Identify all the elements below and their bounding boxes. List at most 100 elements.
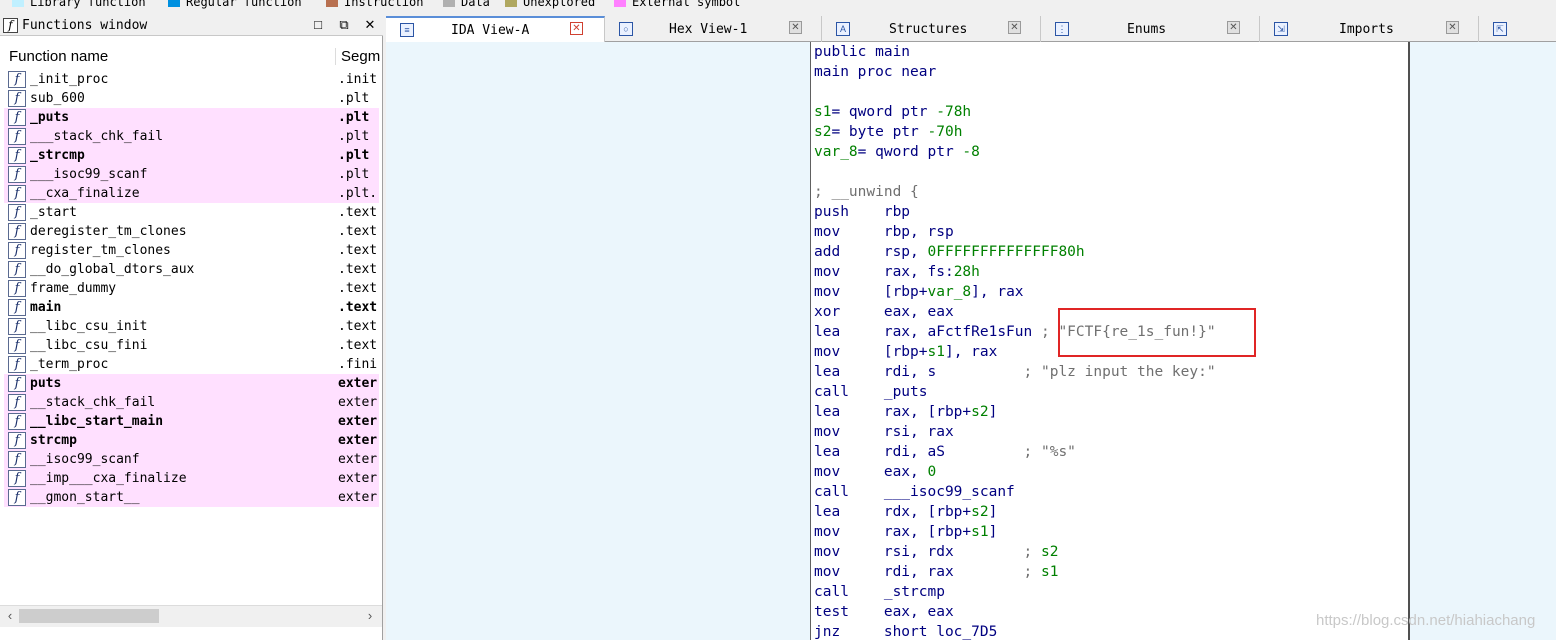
code-line[interactable]: mov eax, 0 <box>814 462 936 482</box>
float-icon[interactable]: ⧉ <box>337 17 351 33</box>
function-row[interactable]: f ___stack_chk_fail .plt <box>4 127 379 146</box>
code-line[interactable]: s2= byte ptr -70h <box>814 122 962 142</box>
close-icon[interactable]: ✕ <box>1446 21 1459 34</box>
code-line[interactable]: main proc near <box>814 62 936 82</box>
close-icon[interactable]: ✕ <box>570 22 583 35</box>
legend-item-unexplored: Unexplored <box>505 0 595 9</box>
ida-view-a[interactable]: public main main proc near s1= qword ptr -… <box>386 42 1556 640</box>
function-row[interactable]: f _start .text <box>4 203 379 222</box>
code-line[interactable]: push rbp <box>814 202 910 222</box>
functions-table-header: Function name Segm <box>4 44 383 68</box>
function-row[interactable]: f register_tm_clones .text <box>4 241 379 260</box>
function-row[interactable]: f main .text <box>4 298 379 317</box>
function-icon: f <box>8 185 26 202</box>
function-name: strcmp <box>30 433 77 448</box>
function-row[interactable]: f _strcmp .plt <box>4 146 379 165</box>
scroll-left-icon[interactable]: ‹ <box>2 608 18 624</box>
code-line[interactable]: call _puts <box>814 382 928 402</box>
column-header-function-name[interactable]: Function name <box>4 47 336 65</box>
function-row[interactable]: f __libc_csu_init .text <box>4 317 379 336</box>
code-line[interactable]: lea rdx, [rbp+s2] <box>814 502 997 522</box>
function-row[interactable]: f __do_global_dtors_aux .text <box>4 260 379 279</box>
legend-swatch-data <box>443 0 455 7</box>
code-line[interactable]: xor eax, eax <box>814 302 954 322</box>
watermark: https://blog.csdn.net/hiahiachang <box>1316 612 1536 629</box>
function-icon: f <box>8 432 26 449</box>
code-line[interactable]: mov rsi, rax <box>814 422 954 442</box>
code-line[interactable]: s1= qword ptr -78h <box>814 102 971 122</box>
function-segment: .fini <box>338 357 378 372</box>
function-row[interactable]: f __cxa_finalize .plt. <box>4 184 379 203</box>
function-segment: exter <box>338 471 378 486</box>
code-line[interactable]: jnz short loc_7D5 <box>814 622 997 640</box>
function-row[interactable]: f _init_proc .init <box>4 70 379 89</box>
legend-item-data: Data <box>443 0 490 9</box>
code-line[interactable]: mov [rbp+var_8], rax <box>814 282 1024 302</box>
function-row[interactable]: f __imp___cxa_finalize exter <box>4 469 379 488</box>
function-name: __gmon_start__ <box>30 490 140 505</box>
code-line[interactable]: test eax, eax <box>814 602 954 622</box>
function-row[interactable]: f sub_600 .plt <box>4 89 379 108</box>
legend-item-external: External symbol <box>614 0 740 9</box>
function-name: ___stack_chk_fail <box>30 129 164 144</box>
code-line[interactable]: var_8= qword ptr -8 <box>814 142 980 162</box>
tab-structures[interactable]: A Structures ✕ <box>822 16 1041 42</box>
function-row[interactable]: f _puts .plt <box>4 108 379 127</box>
close-icon[interactable]: ✕ <box>789 21 802 34</box>
code-line[interactable]: mov rsi, rdx ; s2 <box>814 542 1058 562</box>
function-row[interactable]: f __gmon_start__ exter <box>4 488 379 507</box>
view-tabbar: ≡ IDA View-A ✕ ○ Hex View-1 ✕ A Structur… <box>386 16 1556 42</box>
function-segment: exter <box>338 452 378 467</box>
function-row[interactable]: f _term_proc .fini <box>4 355 379 374</box>
horizontal-scrollbar[interactable]: ‹ › <box>0 605 382 627</box>
function-segment: .text <box>338 338 378 353</box>
function-row[interactable]: f ___isoc99_scanf .plt <box>4 165 379 184</box>
code-line[interactable]: mov [rbp+s1], rax <box>814 342 997 362</box>
function-segment: .plt <box>338 110 370 125</box>
functions-window-titlebar[interactable]: f Functions window □ ⧉ ✕ <box>0 16 383 36</box>
imports-icon: ⇲ <box>1274 22 1288 36</box>
code-line[interactable]: ; __unwind { <box>814 182 919 202</box>
function-row[interactable]: f deregister_tm_clones .text <box>4 222 379 241</box>
function-row[interactable]: f __isoc99_scanf exter <box>4 450 379 469</box>
code-line[interactable]: mov rdi, rax ; s1 <box>814 562 1058 582</box>
flag-highlight-box <box>1058 308 1256 357</box>
function-row[interactable]: f strcmp exter <box>4 431 379 450</box>
tab-ida-view-a[interactable]: ≡ IDA View-A ✕ <box>386 16 605 42</box>
function-row[interactable]: f __stack_chk_fail exter <box>4 393 379 412</box>
close-icon[interactable]: ✕ <box>1227 21 1240 34</box>
function-row[interactable]: f __libc_csu_fini .text <box>4 336 379 355</box>
code-line[interactable]: mov rax, fs:28h <box>814 262 980 282</box>
tab-hex-view-1[interactable]: ○ Hex View-1 ✕ <box>605 16 822 42</box>
code-line[interactable]: mov rbp, rsp <box>814 222 954 242</box>
function-icon: f <box>3 18 18 33</box>
tab-imports[interactable]: ⇲ Imports ✕ <box>1260 16 1479 42</box>
code-line[interactable]: call ___isoc99_scanf <box>814 482 1015 502</box>
function-icon: f <box>8 451 26 468</box>
function-segment: exter <box>338 376 378 391</box>
close-icon[interactable]: ✕ <box>1008 21 1021 34</box>
function-icon: f <box>8 223 26 240</box>
restore-icon[interactable]: □ <box>311 17 325 33</box>
code-line[interactable]: lea rdi, s ; "plz input the key:" <box>814 362 1216 382</box>
function-icon: f <box>8 356 26 373</box>
code-line[interactable]: lea rax, [rbp+s2] <box>814 402 997 422</box>
functions-list: f _init_proc .init f sub_600 .plt f _puts .plt f _… <box>4 70 379 507</box>
column-header-segment[interactable]: Segm <box>336 48 380 65</box>
tab-enums[interactable]: ⋮ Enums ✕ <box>1041 16 1260 42</box>
function-name: puts <box>30 376 62 391</box>
function-icon: f <box>8 261 26 278</box>
code-line[interactable]: lea rdi, aS ; "%s" <box>814 442 1076 462</box>
tab-exports[interactable]: ⇱ <box>1479 16 1556 42</box>
function-row[interactable]: f frame_dummy .text <box>4 279 379 298</box>
function-row[interactable]: f puts exter <box>4 374 379 393</box>
code-line[interactable]: mov rax, [rbp+s1] <box>814 522 997 542</box>
function-row[interactable]: f __libc_start_main exter <box>4 412 379 431</box>
code-line[interactable]: call _strcmp <box>814 582 945 602</box>
code-line[interactable]: add rsp, 0FFFFFFFFFFFFFF80h <box>814 242 1085 262</box>
close-icon[interactable]: ✕ <box>363 17 377 33</box>
code-line[interactable]: public main <box>814 42 910 62</box>
scroll-right-icon[interactable]: › <box>362 608 378 624</box>
function-icon: f <box>8 280 26 297</box>
scrollbar-thumb[interactable] <box>19 609 159 623</box>
